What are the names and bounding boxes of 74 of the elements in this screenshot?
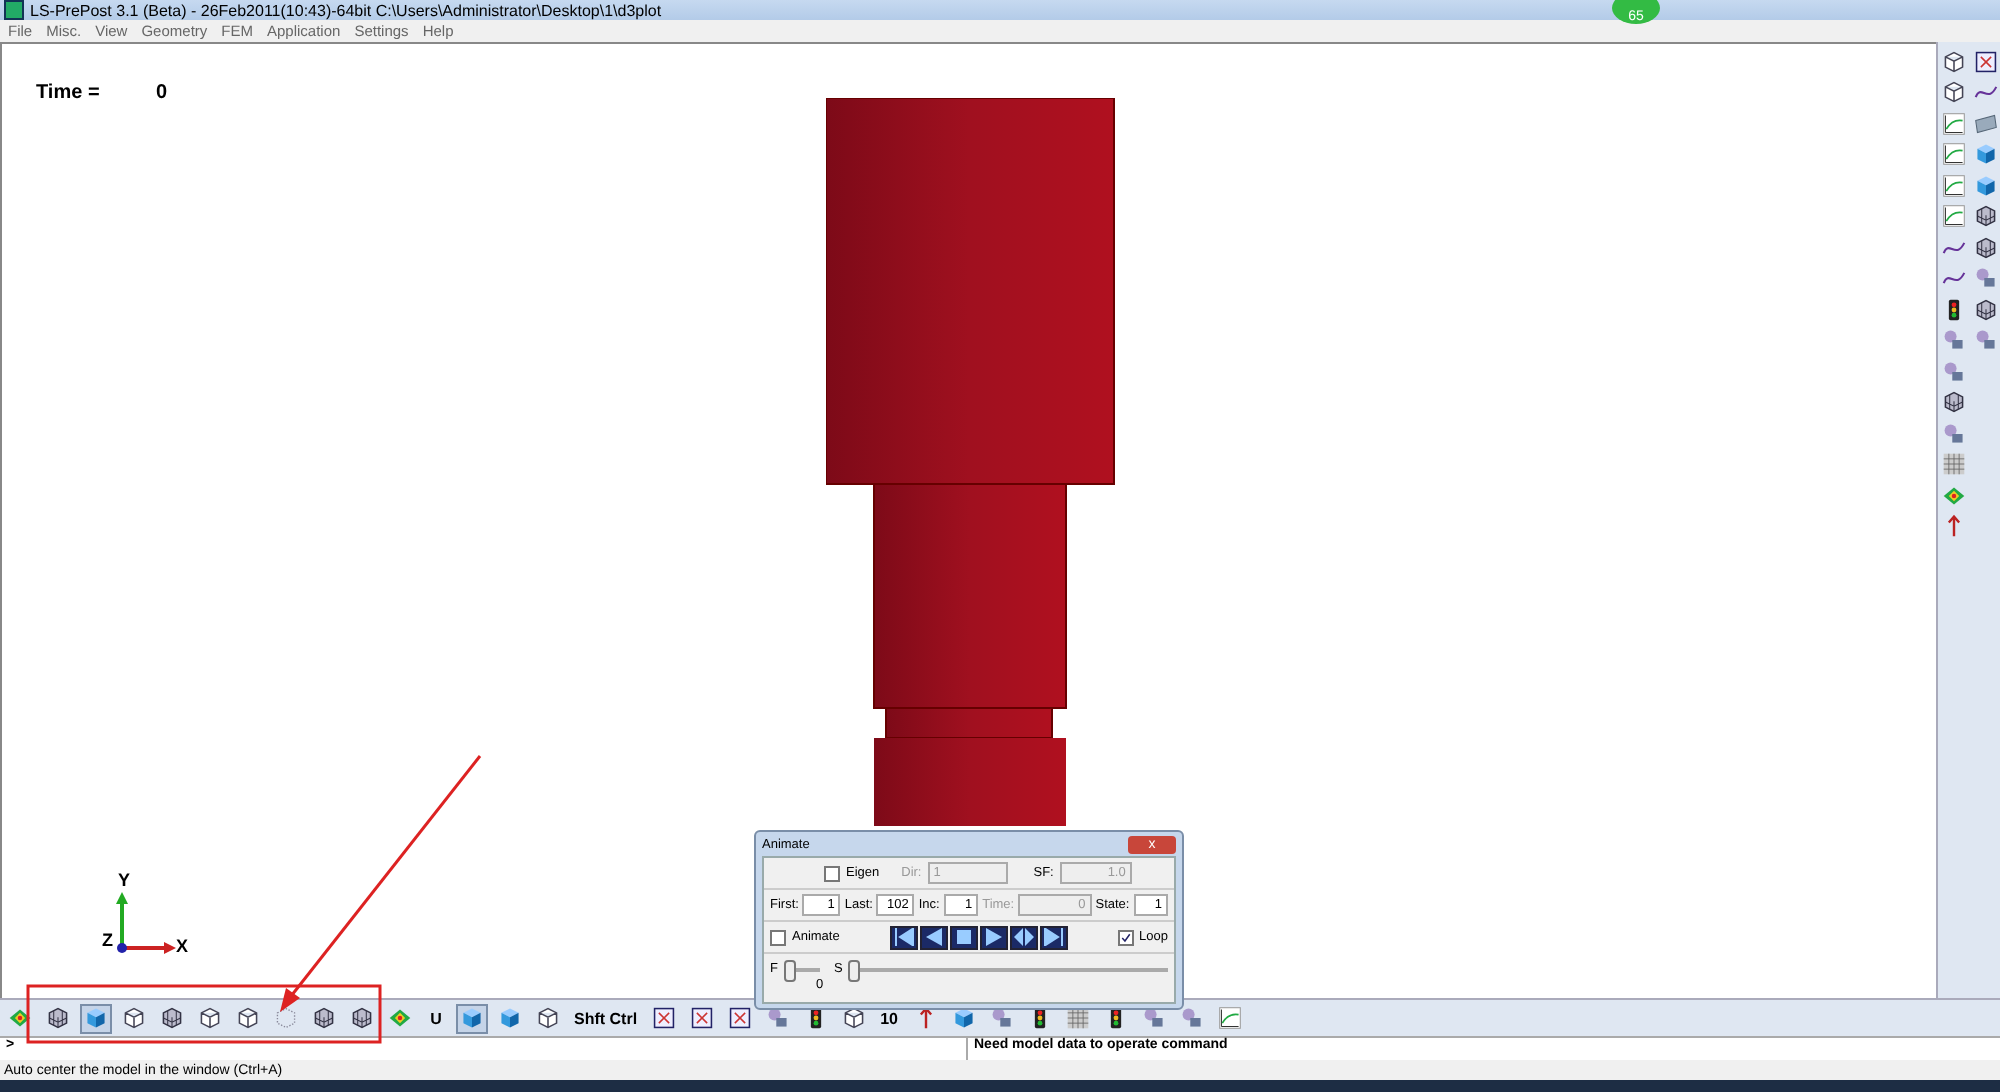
last-icon bbox=[1043, 928, 1064, 946]
toolbar-button[interactable]: 10 bbox=[875, 1003, 904, 1033]
toolbar-button[interactable] bbox=[1213, 1003, 1246, 1033]
mesh-cube-icon bbox=[1973, 204, 1997, 229]
shaded-cube-icon bbox=[1973, 173, 1997, 198]
mesh-cube-icon bbox=[1942, 390, 1966, 415]
checkbox[interactable] bbox=[1117, 929, 1134, 945]
plot-icon bbox=[1942, 173, 1966, 198]
shaded-cube-icon bbox=[1973, 142, 1997, 167]
cube-icon bbox=[1942, 49, 1966, 74]
grid-icon bbox=[1942, 452, 1966, 477]
shaded-cube-icon bbox=[498, 1006, 522, 1030]
shaded-cube-icon bbox=[951, 1006, 976, 1030]
mesh-cube-icon bbox=[1973, 297, 1997, 322]
tool-icon bbox=[1942, 359, 1966, 384]
x-axis-label: X bbox=[176, 936, 189, 956]
mesh-cube-icon bbox=[160, 1006, 184, 1030]
plane-icon bbox=[1973, 111, 1997, 136]
fringe-plot-icon bbox=[8, 1006, 32, 1030]
play-icon bbox=[983, 928, 1004, 946]
cube-icon bbox=[536, 1006, 560, 1030]
back-icon bbox=[923, 928, 944, 946]
time-label: Time = bbox=[36, 82, 100, 104]
tool-icon bbox=[1141, 1006, 1166, 1030]
frame-icon bbox=[689, 1006, 714, 1030]
shaded-cube-icon bbox=[460, 1006, 484, 1030]
toolbar-button[interactable]: U bbox=[422, 1003, 450, 1033]
frame-icon bbox=[651, 1006, 676, 1030]
bounce-button[interactable] bbox=[1009, 925, 1038, 949]
frame-icon bbox=[727, 1006, 752, 1030]
back-button[interactable] bbox=[919, 925, 948, 949]
plot-icon bbox=[1942, 204, 1966, 229]
window-title: LS-PrePost 3.1 (Beta) - 26Feb2011(10:43)-64bit C:\Users\Administrator\Desktop\1\d3plot bbox=[30, 1, 662, 19]
tool-icon bbox=[1942, 328, 1966, 353]
cube-icon bbox=[1942, 80, 1966, 105]
tool-icon bbox=[1179, 1006, 1204, 1030]
dotted-cube-icon bbox=[274, 1006, 298, 1030]
time-value: 0 bbox=[156, 82, 168, 104]
frame-icon bbox=[1973, 49, 1997, 74]
mesh-cube-icon bbox=[1973, 235, 1997, 260]
z-axis-label: Z bbox=[102, 930, 113, 950]
slider-thumb[interactable] bbox=[783, 959, 796, 981]
bounce-icon bbox=[1013, 928, 1034, 946]
tool-icon bbox=[765, 1006, 790, 1030]
toolbar-button[interactable]: Shft Ctrl bbox=[570, 1003, 642, 1033]
mesh-cube-icon bbox=[350, 1006, 374, 1030]
app-logo-icon bbox=[4, 0, 24, 20]
slider-thumb[interactable] bbox=[848, 959, 861, 981]
fringe-plot-icon bbox=[1942, 483, 1966, 508]
cube-icon bbox=[236, 1006, 260, 1030]
plot-icon bbox=[1942, 142, 1966, 167]
tool-icon bbox=[1942, 421, 1966, 446]
tool-icon bbox=[1973, 328, 1997, 353]
checkbox[interactable] bbox=[770, 929, 786, 945]
fringe-plot-icon bbox=[388, 1006, 412, 1030]
first-button[interactable] bbox=[889, 925, 918, 949]
stop-button[interactable] bbox=[949, 925, 978, 949]
plot-icon bbox=[1217, 1006, 1242, 1030]
plot-icon bbox=[1942, 111, 1966, 136]
cube-icon bbox=[841, 1006, 866, 1030]
mesh-cube-icon bbox=[312, 1006, 336, 1030]
mesh-cube-icon bbox=[46, 1006, 70, 1030]
arrow-icon bbox=[1942, 514, 1966, 539]
tool-icon bbox=[1973, 266, 1997, 291]
cube-icon bbox=[122, 1006, 146, 1030]
cube-icon bbox=[198, 1006, 222, 1030]
y-axis-label: Y bbox=[118, 870, 131, 890]
shaded-cube-icon bbox=[84, 1006, 108, 1030]
tool-icon bbox=[989, 1006, 1014, 1030]
checkbox[interactable] bbox=[824, 865, 840, 881]
stop-icon bbox=[953, 928, 974, 946]
play-button[interactable] bbox=[979, 925, 1008, 949]
first-icon bbox=[893, 928, 914, 946]
last-button[interactable] bbox=[1039, 925, 1068, 949]
